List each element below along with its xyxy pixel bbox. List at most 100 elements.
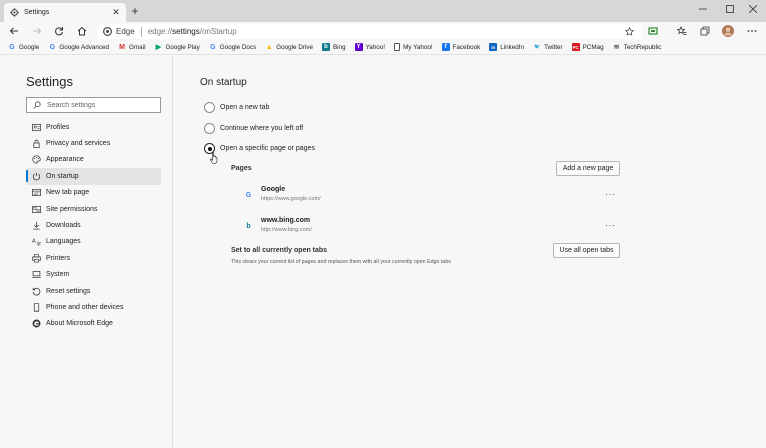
extension-icon[interactable] — [646, 24, 660, 38]
tab-settings[interactable]: Settings ✕ — [4, 3, 126, 22]
profile-icon — [32, 123, 41, 132]
favorite-label: TechRepublic — [623, 43, 662, 51]
sidebar-item-label: Languages — [46, 238, 81, 246]
bing-icon: b — [321, 43, 330, 51]
sidebar-item-reset-settings[interactable]: Reset settings — [26, 283, 161, 299]
page-icon — [394, 43, 401, 51]
search-box[interactable] — [26, 97, 161, 113]
more-menu-icon[interactable] — [745, 24, 759, 38]
address-bar[interactable]: Edge edge://settings/onStartup — [97, 24, 641, 39]
sidebar-item-profiles[interactable]: Profiles — [26, 119, 161, 135]
sidebar-item-label: On startup — [46, 172, 79, 180]
favorite-label: Google Docs — [219, 43, 257, 51]
favorite-facebook[interactable]: f Facebook — [441, 43, 481, 51]
phone-icon — [32, 303, 41, 312]
permissions-icon — [32, 205, 41, 214]
url-text: edge://settings/onStartup — [147, 27, 237, 36]
favorite-google-advanced[interactable]: G Google Advanced — [48, 43, 109, 51]
sidebar-item-label: Phone and other devices — [46, 303, 124, 311]
edge-icon — [32, 319, 41, 328]
collections-icon[interactable] — [698, 24, 712, 38]
option-label: Open a specific page or pages — [220, 145, 315, 152]
favorite-label: Bing — [332, 43, 346, 51]
sidebar-item-label: Printers — [46, 254, 71, 262]
sidebar-item-phone-and-other-devices[interactable]: Phone and other devices — [26, 299, 161, 315]
radio-continue[interactable] — [204, 123, 215, 134]
appearance-icon — [32, 155, 41, 165]
google-icon: G — [49, 43, 56, 51]
sidebar-item-languages[interactable]: A 字 Languages — [26, 234, 161, 250]
tab-strip: Settings ✕ + — [0, 0, 766, 22]
sidebar-item-site-permissions[interactable]: Site permissions — [26, 201, 161, 217]
option-continue[interactable]: Continue where you left off — [204, 123, 303, 134]
sidebar-item-label: Appearance — [46, 156, 84, 164]
window-close-button[interactable] — [740, 0, 766, 18]
sidebar-item-printers[interactable]: Printers — [26, 250, 161, 266]
new-tab-button[interactable]: + — [129, 5, 141, 17]
option-specific-pages[interactable]: Open a specific page or pages — [204, 143, 315, 154]
page-name: www.bing.com — [261, 217, 311, 224]
radio-open-new-tab[interactable] — [204, 102, 215, 113]
favorite-my-yahoo[interactable]: My Yahoo! — [394, 43, 433, 51]
option-open-new-tab[interactable]: Open a new tab — [204, 102, 269, 113]
favorites-icon[interactable] — [675, 24, 689, 38]
favorite-pcmag[interactable]: PC PCMag — [571, 43, 604, 51]
site-info[interactable]: Edge — [103, 27, 135, 36]
favorites-bar: G Google G Google Advanced M Gmail ▶ Google Pla… — [0, 40, 766, 55]
add-new-page-button[interactable]: Add a new page — [556, 161, 620, 176]
gmail-icon: M — [119, 43, 125, 51]
option-label: Continue where you left off — [220, 125, 304, 132]
favorite-yahoo[interactable]: Y Yahoo! — [354, 43, 386, 51]
favorite-label: Yahoo! — [365, 43, 386, 51]
hand-cursor-icon — [210, 152, 218, 164]
back-button[interactable] — [7, 24, 21, 38]
favorite-twitter[interactable]: 🐦 Twitter — [533, 43, 563, 51]
sidebar-item-label: Downloads — [46, 222, 81, 230]
page-url: http://www.bing.com/ — [261, 227, 312, 233]
refresh-button[interactable] — [52, 24, 66, 38]
favorite-gmail[interactable]: M Gmail — [118, 43, 145, 51]
favorite-google[interactable]: G Google — [8, 43, 39, 51]
favorite-label: My Yahoo! — [403, 43, 433, 51]
sidebar-item-about-microsoft-edge[interactable]: About Microsoft Edge — [26, 316, 161, 332]
sidebar-item-label: Site permissions — [46, 205, 98, 213]
minimize-button[interactable] — [690, 0, 716, 18]
star-icon[interactable] — [624, 26, 635, 37]
favorite-techrepublic[interactable]: ≋ TechRepublic — [613, 43, 662, 52]
home-button[interactable] — [75, 24, 89, 38]
search-input[interactable] — [47, 101, 157, 109]
main-content: On startup Open a new tab Continue where… — [174, 56, 766, 448]
drive-icon: ▲ — [265, 43, 273, 51]
sidebar-item-new-tab-page[interactable]: New tab page — [26, 185, 161, 201]
sidebar-item-appearance[interactable]: Appearance — [26, 152, 161, 168]
forward-button[interactable] — [30, 24, 44, 38]
favorite-google-play[interactable]: ▶ Google Play — [154, 43, 200, 52]
favorite-bing[interactable]: b Bing — [321, 43, 346, 51]
sidebar: Settings Profiles Privacy and services App… — [0, 56, 173, 448]
favorite-google-drive[interactable]: ▲ Google Drive — [265, 43, 313, 51]
page-more-button[interactable]: ··· — [605, 189, 616, 199]
close-icon[interactable]: ✕ — [111, 7, 121, 18]
favorite-label: Google Advanced — [59, 43, 110, 51]
use-all-open-tabs-button[interactable]: Use all open tabs — [553, 243, 620, 258]
page-more-button[interactable]: ··· — [605, 220, 616, 230]
favorite-linkedin[interactable]: in LinkedIn — [489, 43, 524, 51]
favorite-label: Facebook — [452, 43, 481, 51]
sidebar-item-downloads[interactable]: Downloads — [26, 217, 161, 233]
printer-icon — [32, 254, 41, 263]
sidebar-item-label: Profiles — [46, 123, 70, 131]
page-url: https://www.google.com/ — [261, 196, 321, 202]
open-tabs-description: This clears your current list of pages a… — [231, 259, 451, 265]
sidebar-item-on-startup[interactable]: On startup — [26, 168, 161, 185]
sidebar-title: Settings — [26, 74, 73, 89]
sidebar-item-privacy-and-services[interactable]: Privacy and services — [26, 135, 161, 151]
favorite-label: Google — [19, 43, 40, 51]
avatar[interactable] — [721, 24, 735, 38]
linkedin-icon: in — [489, 43, 498, 51]
favorite-google-docs[interactable]: G Google Docs — [209, 43, 256, 51]
sidebar-item-system[interactable]: System — [26, 267, 161, 283]
svg-text:A: A — [32, 239, 36, 245]
new-tab-icon — [32, 188, 41, 197]
pcmag-icon: PC — [571, 43, 580, 51]
power-icon — [32, 172, 41, 181]
